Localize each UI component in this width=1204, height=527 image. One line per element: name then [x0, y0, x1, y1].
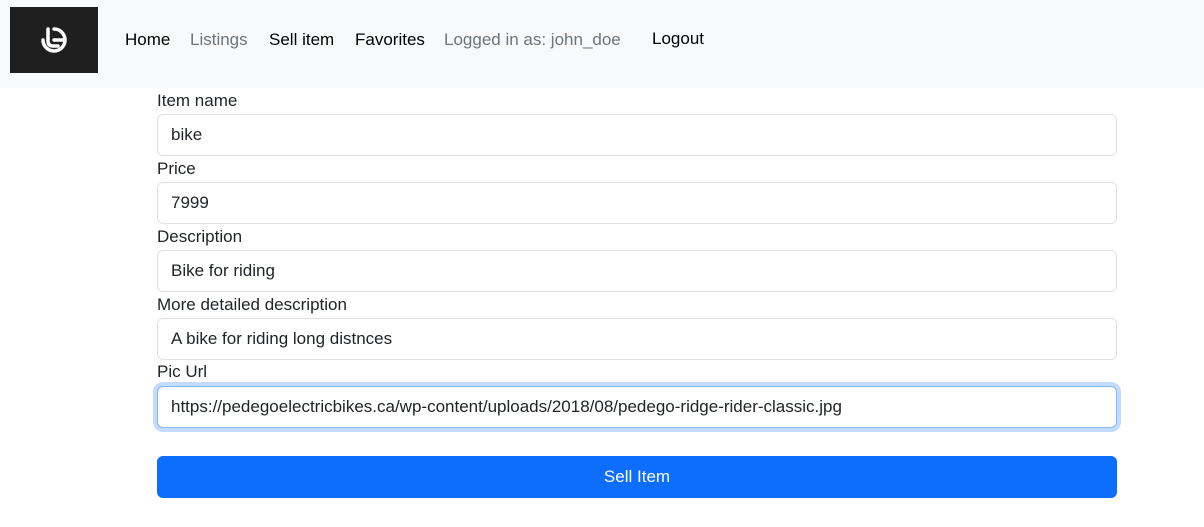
logout-link[interactable]: Logout: [652, 29, 704, 49]
description-input[interactable]: [157, 250, 1117, 292]
description-label: Description: [157, 227, 243, 246]
item-name-input[interactable]: [157, 114, 1117, 156]
pic-url-input[interactable]: [157, 386, 1117, 428]
item-name-label: Item name: [157, 91, 238, 110]
detailed-description-label: More detailed description: [157, 295, 347, 314]
sell-item-button[interactable]: Sell Item: [157, 456, 1117, 498]
pic-url-label: Pic Url: [157, 362, 208, 381]
logo-icon: [41, 27, 67, 53]
nav-link-listings[interactable]: Listings: [190, 30, 248, 50]
brand-logo[interactable]: [10, 7, 98, 73]
detailed-description-input[interactable]: [157, 318, 1117, 360]
nav-link-home[interactable]: Home: [125, 30, 170, 50]
price-input[interactable]: [157, 182, 1117, 224]
price-label: Price: [157, 159, 196, 178]
logged-in-status: Logged in as: john_doe: [444, 30, 621, 49]
nav-link-sell-item[interactable]: Sell item: [269, 30, 334, 50]
nav-link-favorites[interactable]: Favorites: [355, 30, 425, 50]
navbar: Home Listings Sell item Favorites Logged…: [0, 0, 1204, 88]
